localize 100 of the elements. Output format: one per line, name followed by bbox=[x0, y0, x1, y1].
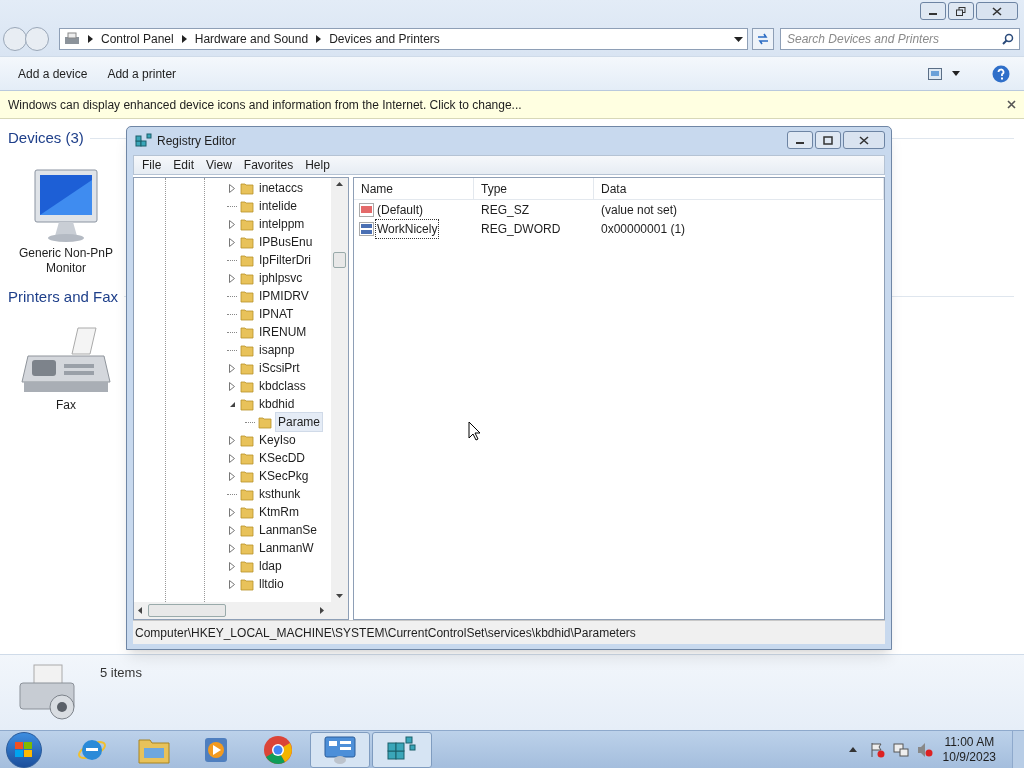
menu-item[interactable]: Help bbox=[299, 156, 336, 174]
menu-item[interactable]: File bbox=[136, 156, 168, 174]
expand-arrow-icon[interactable] bbox=[229, 237, 235, 247]
tree-item[interactable]: KeyIso bbox=[257, 431, 298, 449]
dropdown-icon[interactable] bbox=[734, 36, 743, 42]
tree-item[interactable]: iScsiPrt bbox=[257, 359, 302, 377]
expand-arrow-icon[interactable] bbox=[229, 435, 235, 445]
breadcrumb-item[interactable]: Devices and Printers bbox=[329, 30, 440, 48]
breadcrumb-item[interactable]: Hardware and Sound bbox=[194, 30, 309, 48]
expand-arrow-icon[interactable] bbox=[229, 363, 235, 373]
expand-arrow-icon[interactable] bbox=[229, 507, 235, 517]
expand-arrow-icon[interactable] bbox=[229, 453, 235, 463]
value-row[interactable]: (Default) REG_SZ (value not set) bbox=[354, 200, 884, 219]
cursor-icon bbox=[468, 421, 481, 441]
expand-arrow-icon[interactable] bbox=[229, 579, 235, 589]
close-button[interactable] bbox=[976, 2, 1018, 20]
tree-item[interactable]: KtmRm bbox=[257, 503, 301, 521]
column-header[interactable]: Type bbox=[474, 178, 594, 199]
tree-item[interactable]: IpFilterDri bbox=[257, 251, 313, 269]
folder-icon bbox=[240, 307, 254, 321]
view-icon[interactable] bbox=[928, 67, 942, 80]
tree-item[interactable]: intelide bbox=[257, 197, 300, 215]
expand-arrow-icon[interactable] bbox=[229, 183, 235, 193]
menu-item[interactable]: View bbox=[200, 156, 238, 174]
tree-item[interactable]: LanmanSe bbox=[257, 521, 320, 539]
tree-item[interactable]: kbdclass bbox=[257, 377, 308, 395]
scroll-right-icon[interactable] bbox=[320, 607, 324, 614]
scroll-thumb[interactable] bbox=[148, 604, 226, 617]
column-header[interactable]: Data bbox=[594, 178, 884, 199]
folder-icon bbox=[240, 379, 254, 393]
menu-item[interactable]: Edit bbox=[167, 156, 201, 174]
search-field[interactable]: Search Devices and Printers bbox=[780, 28, 1020, 50]
close-icon[interactable] bbox=[1007, 100, 1016, 109]
help-icon[interactable] bbox=[992, 64, 1010, 83]
folder-icon bbox=[240, 217, 254, 231]
taskbar-button[interactable] bbox=[310, 731, 370, 768]
collapse-arrow-icon[interactable] bbox=[228, 400, 236, 408]
refresh-button[interactable] bbox=[752, 28, 774, 50]
value-row[interactable]: WorkNicely REG_DWORD 0x00000001 (1) bbox=[354, 219, 884, 238]
folder-icon bbox=[240, 361, 254, 375]
tree-item[interactable]: LanmanW bbox=[257, 539, 316, 557]
folder-icon bbox=[240, 541, 254, 555]
column-header[interactable]: Name bbox=[354, 178, 474, 199]
restore-icon bbox=[956, 6, 966, 16]
expand-arrow-icon[interactable] bbox=[229, 525, 235, 535]
chevron-icon[interactable] bbox=[88, 35, 93, 43]
menu-item[interactable]: Favorites bbox=[237, 156, 300, 174]
breadcrumb-item[interactable]: Control Panel bbox=[101, 30, 174, 48]
caret-up-icon[interactable] bbox=[848, 747, 857, 752]
folder-icon bbox=[240, 433, 254, 447]
tree-item[interactable]: KSecPkg bbox=[257, 467, 311, 485]
toolbar-button[interactable]: Add a printer bbox=[97, 60, 187, 87]
tree-item[interactable]: isapnp bbox=[257, 341, 297, 359]
taskbar-button[interactable] bbox=[372, 731, 432, 768]
vertical-scrollbar[interactable] bbox=[331, 178, 348, 602]
start-button[interactable] bbox=[6, 731, 42, 768]
clock[interactable]: 11:00 AM 10/9/2023 bbox=[942, 734, 996, 765]
expand-arrow-icon[interactable] bbox=[229, 543, 235, 553]
restore-button[interactable] bbox=[948, 2, 974, 20]
tree-item[interactable]: IPMIDRV bbox=[257, 287, 311, 305]
tree-item[interactable]: inetaccs bbox=[257, 179, 306, 197]
horizontal-scrollbar[interactable] bbox=[134, 602, 348, 619]
device-label[interactable]: Fax bbox=[56, 398, 76, 413]
tree-item[interactable]: iphlpsvc bbox=[257, 269, 305, 287]
dropdown-icon[interactable] bbox=[952, 71, 960, 76]
chevron-icon[interactable] bbox=[181, 35, 187, 43]
printer-icon bbox=[64, 32, 80, 46]
maximize-button[interactable] bbox=[815, 131, 841, 149]
scroll-up-icon[interactable] bbox=[336, 182, 343, 186]
tree-item[interactable]: intelppm bbox=[257, 215, 307, 233]
tree-item[interactable]: IRENUM bbox=[257, 323, 309, 341]
chevron-icon[interactable] bbox=[316, 35, 322, 43]
tree-item[interactable]: IPNAT bbox=[257, 305, 296, 323]
minimize-button[interactable] bbox=[787, 131, 813, 149]
muted-speaker-icon[interactable] bbox=[916, 741, 933, 758]
toolbar-button[interactable]: Add a device bbox=[8, 60, 98, 87]
network-icon[interactable] bbox=[892, 741, 909, 758]
expand-arrow-icon[interactable] bbox=[229, 219, 235, 229]
expand-arrow-icon[interactable] bbox=[229, 561, 235, 571]
close-button[interactable] bbox=[843, 131, 885, 149]
group-header[interactable]: Devices (3) bbox=[8, 127, 84, 150]
tree-item[interactable]: KSecDD bbox=[257, 449, 307, 467]
scroll-down-icon[interactable] bbox=[336, 594, 343, 598]
expand-arrow-icon[interactable] bbox=[229, 381, 235, 391]
tree-item[interactable]: IPBusEnu bbox=[257, 233, 315, 251]
tree-item[interactable]: ldap bbox=[257, 557, 284, 575]
tree-item[interactable]: Parame bbox=[275, 412, 324, 432]
tree-item[interactable]: ksthunk bbox=[257, 485, 303, 503]
scroll-left-icon[interactable] bbox=[138, 607, 142, 614]
minimize-button[interactable] bbox=[920, 2, 946, 20]
tree-item[interactable]: lltdio bbox=[257, 575, 286, 593]
window-title: Registry Editor bbox=[157, 133, 236, 150]
expand-arrow-icon[interactable] bbox=[229, 273, 235, 283]
flag-icon[interactable] bbox=[868, 741, 885, 758]
address-bar[interactable]: Control Panel Hardware and Sound Devices and Printers bbox=[59, 28, 748, 50]
device-label[interactable]: Generic Non-PnP Monitor bbox=[16, 245, 116, 276]
scroll-thumb[interactable] bbox=[333, 252, 346, 268]
group-header[interactable]: Printers and Fax bbox=[8, 285, 119, 308]
expand-arrow-icon[interactable] bbox=[229, 471, 235, 481]
tree-item[interactable]: kbdhid bbox=[257, 395, 297, 413]
